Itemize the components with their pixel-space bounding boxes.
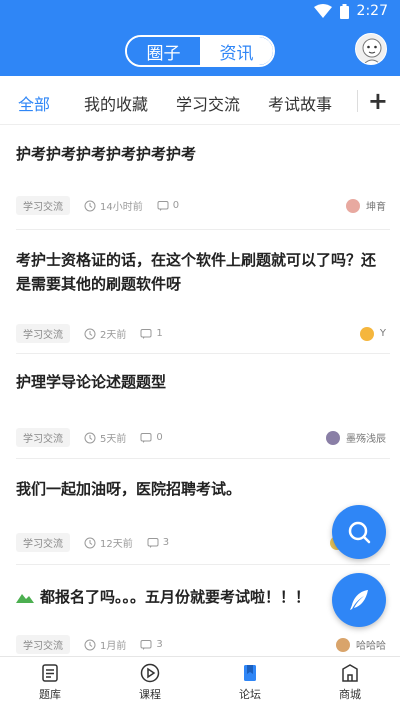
nav-courses[interactable]: 课程 [120,663,180,702]
segment-news[interactable]: 资讯 [200,37,273,65]
wifi-icon [313,4,332,18]
post-title[interactable]: 我们一起加油呀，医院招聘考试。 [16,477,241,501]
add-tab-button[interactable]: + [368,87,388,115]
post-comments: 0 [172,200,180,211]
comment-icon [140,639,152,650]
clock-icon [84,200,96,211]
post-tag[interactable]: 学习交流 [16,324,70,343]
post-item[interactable]: 我们一起加油呀，医院招聘考试。 学习交流 12天前 3 [16,459,390,565]
feather-icon [350,590,368,610]
battery-icon [339,3,349,19]
comment-icon [140,432,152,443]
post-time: 5天前 [100,434,127,445]
post-author: 坤育 [366,202,386,213]
bottom-nav: 题库 课程 论坛 商城 [0,656,400,710]
clock-icon [84,328,96,339]
post-tag[interactable]: 学习交流 [16,196,70,215]
status-time: 2:27 [356,3,388,19]
post-time: 14小时前 [100,202,143,213]
post-item[interactable]: 护考护考护考护考护考护考 学习交流 14小时前 0 坤育 [16,126,390,230]
post-title[interactable]: 都报名了吗。。。五月份就要考试啦！！！ [40,585,310,609]
post-title[interactable]: 护理学导论论述题题型 [16,370,166,394]
comment-icon [147,537,159,548]
post-author: 哈哈哈 [356,641,386,652]
category-tabs: 全部 我的收藏 学习交流 考试故事 + [0,76,400,125]
post-item[interactable]: 护理学导论论述题题型 学习交流 5天前 0 墨殇浅辰 [16,354,390,459]
header: 圈子 资讯 [0,24,400,76]
user-avatar[interactable] [355,33,387,65]
post-meta: 学习交流 14小时前 0 坤育 [16,196,390,215]
post-time: 12天前 [100,539,133,550]
tab-study[interactable]: 学习交流 [176,91,240,115]
forum-icon [244,665,256,681]
clock-icon [84,639,96,650]
search-fab-button[interactable] [332,505,386,559]
segment-circle[interactable]: 圈子 [127,37,200,65]
tab-all[interactable]: 全部 [18,91,50,115]
post-comments: 3 [162,537,170,548]
post-title[interactable]: 考护士资格证的话，在这个软件上刷题就可以了吗？还是需要其他的刷题软件呀 [16,248,386,296]
post-title[interactable]: 护考护考护考护考护考护考 [16,142,196,166]
post-meta: 学习交流 2天前 1 Y [16,324,390,343]
post-comments: 3 [156,639,163,650]
document-icon [42,664,58,682]
nav-label: 课程 [139,688,161,701]
post-comments: 1 [156,328,163,339]
author-avatar-icon [359,326,374,341]
post-time: 2天前 [100,330,127,341]
post-comments: 0 [156,432,163,443]
post-author: 墨殇浅辰 [346,434,386,445]
nav-label: 题库 [39,688,61,701]
post-tag[interactable]: 学习交流 [16,635,70,654]
search-icon [348,521,371,544]
tab-favorites[interactable]: 我的收藏 [84,91,148,115]
status-bar: 2:27 [0,0,400,24]
post-meta: 学习交流 1月前 3 哈哈哈 [16,635,390,654]
building-icon [342,664,358,682]
segment-control: 圈子 资讯 [125,35,275,67]
author-avatar-icon [326,430,340,445]
tab-stories[interactable]: 考试故事 [268,91,332,115]
comment-icon [157,200,169,211]
post-tag[interactable]: 学习交流 [16,533,70,552]
post-meta: 学习交流 5天前 0 墨殇浅辰 [16,428,390,447]
play-icon [140,663,160,683]
author-avatar-icon [336,637,350,652]
nav-shop[interactable]: 商城 [320,663,380,702]
post-item[interactable]: 考护士资格证的话，在这个软件上刷题就可以了吗？还是需要其他的刷题软件呀 学习交流… [16,230,390,354]
clock-icon [84,537,96,548]
nav-label: 商城 [339,688,361,701]
compose-fab-button[interactable] [332,573,386,627]
nav-forum[interactable]: 论坛 [220,663,280,702]
post-author: Y [379,328,386,339]
author-avatar-icon [346,198,360,213]
clock-icon [84,432,96,443]
comment-icon [140,328,152,339]
mountain-icon [16,594,34,603]
tab-divider [357,90,358,112]
nav-question-bank[interactable]: 题库 [20,663,80,702]
nav-label: 论坛 [239,688,261,701]
post-tag[interactable]: 学习交流 [16,428,70,447]
post-time: 1月前 [100,641,127,652]
